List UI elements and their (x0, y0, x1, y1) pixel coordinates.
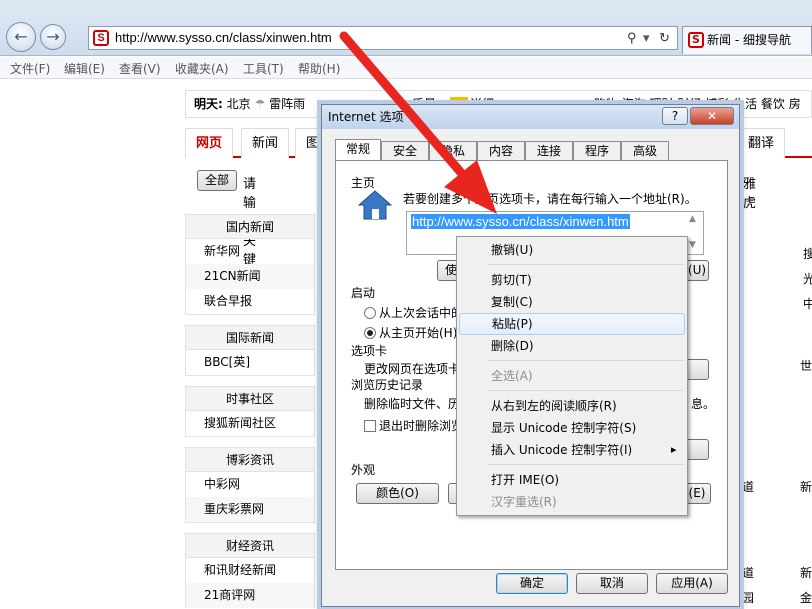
annotation-arrow-icon (339, 31, 497, 214)
